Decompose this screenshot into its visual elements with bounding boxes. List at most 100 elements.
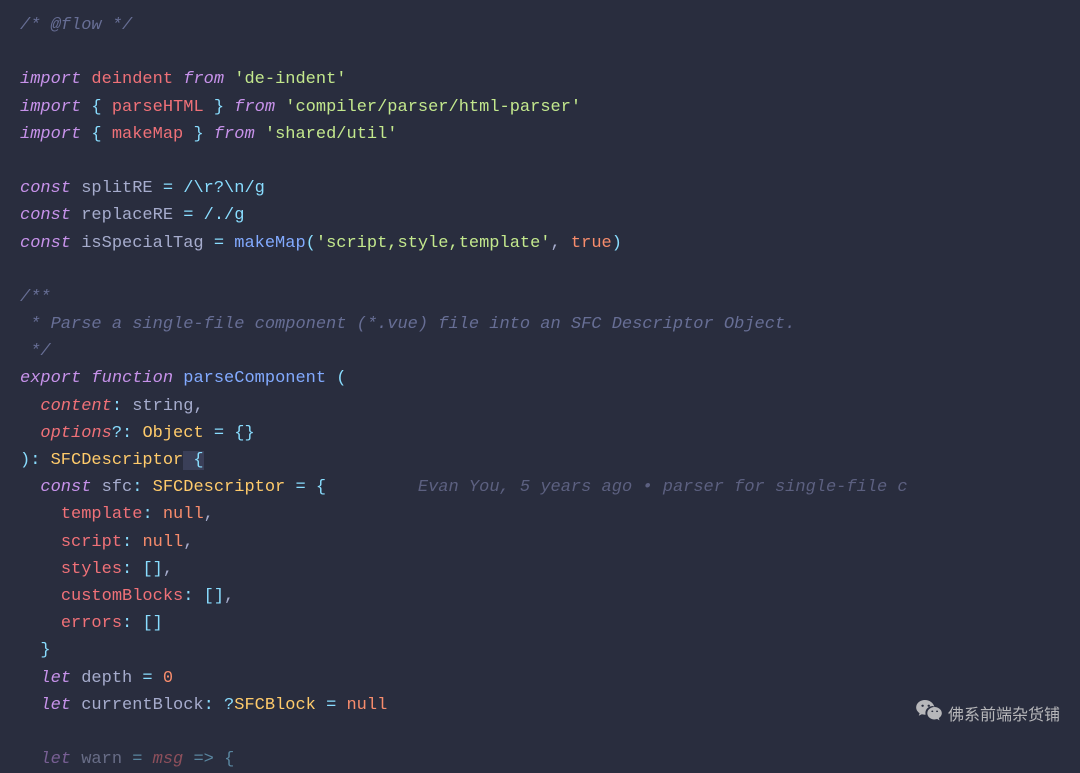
null-literal: null bbox=[346, 696, 387, 715]
code-line: * Parse a single-file component (*.vue) … bbox=[20, 311, 1080, 338]
import-name: makeMap bbox=[112, 125, 183, 144]
brace: { bbox=[224, 750, 234, 769]
colon: : bbox=[142, 505, 162, 524]
string-literal: 'de-indent' bbox=[234, 70, 346, 89]
number-literal: 0 bbox=[163, 669, 173, 688]
operator: = bbox=[122, 750, 153, 769]
code-line: import deindent from 'de-indent' bbox=[20, 66, 1080, 93]
operator: = bbox=[163, 179, 173, 198]
regex-literal: /./g bbox=[204, 206, 245, 225]
watermark: 佛系前端杂货铺 bbox=[916, 700, 1060, 731]
keyword-from: from bbox=[234, 98, 275, 117]
code-line: const splitRE = /\r?\n/g bbox=[20, 175, 1080, 202]
operator: = bbox=[132, 669, 163, 688]
keyword-const: const bbox=[20, 234, 71, 253]
colon: : bbox=[112, 397, 132, 416]
brace: { bbox=[316, 478, 326, 497]
code-line: const isSpecialTag = makeMap('script,sty… bbox=[20, 230, 1080, 257]
comma: , bbox=[204, 505, 214, 524]
property: template bbox=[61, 505, 143, 524]
code-line: let depth = 0 bbox=[20, 665, 1080, 692]
variable: warn bbox=[81, 750, 122, 769]
parameter: msg bbox=[153, 750, 184, 769]
paren: ( bbox=[326, 369, 346, 388]
git-blame-annotation: Evan You, 5 years ago • parser for singl… bbox=[418, 478, 908, 497]
brace: } bbox=[40, 641, 50, 660]
type-annotation: SFCBlock bbox=[234, 696, 316, 715]
comment: /* @flow */ bbox=[20, 16, 132, 35]
keyword-let: let bbox=[40, 669, 71, 688]
paren: ) bbox=[612, 234, 622, 253]
parameter: options bbox=[40, 424, 111, 443]
keyword-from: from bbox=[214, 125, 255, 144]
keyword-let: let bbox=[40, 750, 71, 769]
code-line: let warn = msg => { bbox=[20, 746, 1080, 773]
code-line: import { makeMap } from 'shared/util' bbox=[20, 121, 1080, 148]
comma: , bbox=[193, 397, 203, 416]
code-line: export function parseComponent ( bbox=[20, 365, 1080, 392]
keyword-import: import bbox=[20, 125, 81, 144]
keyword-import: import bbox=[20, 70, 81, 89]
code-line: /** bbox=[20, 284, 1080, 311]
keyword-export: export bbox=[20, 369, 81, 388]
variable: isSpecialTag bbox=[81, 234, 203, 253]
colon: : bbox=[122, 560, 142, 579]
operator: = bbox=[214, 234, 224, 253]
code-line: template: null, bbox=[20, 501, 1080, 528]
null-literal: null bbox=[142, 533, 183, 552]
code-line: script: null, bbox=[20, 529, 1080, 556]
comment: */ bbox=[20, 342, 51, 361]
function-call: makeMap bbox=[234, 234, 305, 253]
variable: replaceRE bbox=[81, 206, 173, 225]
string-literal: 'shared/util' bbox=[265, 125, 398, 144]
import-name: parseHTML bbox=[112, 98, 204, 117]
colon: : bbox=[122, 424, 142, 443]
variable: splitRE bbox=[81, 179, 152, 198]
keyword-const: const bbox=[20, 179, 71, 198]
keyword-from: from bbox=[183, 70, 224, 89]
code-line bbox=[20, 257, 1080, 284]
operator: = bbox=[285, 478, 316, 497]
code-line: errors: [] bbox=[20, 610, 1080, 637]
property: script bbox=[61, 533, 122, 552]
type-annotation: SFCDescriptor bbox=[153, 478, 286, 497]
brace: { bbox=[183, 451, 203, 470]
comment: * Parse a single-file component (*.vue) … bbox=[20, 315, 795, 334]
code-line: styles: [], bbox=[20, 556, 1080, 583]
code-line bbox=[20, 148, 1080, 175]
colon: : bbox=[122, 614, 142, 633]
keyword-const: const bbox=[40, 478, 91, 497]
brace: } bbox=[204, 98, 224, 117]
comma: , bbox=[163, 560, 173, 579]
arrow: => bbox=[183, 750, 224, 769]
variable: sfc bbox=[102, 478, 133, 497]
code-line: import { parseHTML } from 'compiler/pars… bbox=[20, 94, 1080, 121]
import-name: deindent bbox=[91, 70, 173, 89]
colon: : bbox=[204, 696, 224, 715]
paren: ) bbox=[20, 451, 30, 470]
operator: = bbox=[183, 206, 193, 225]
comma: , bbox=[183, 533, 193, 552]
code-line: customBlocks: [], bbox=[20, 583, 1080, 610]
colon: : bbox=[122, 533, 142, 552]
comma: , bbox=[224, 587, 234, 606]
colon: : bbox=[30, 451, 50, 470]
type-annotation: string bbox=[132, 397, 193, 416]
array-literal: [] bbox=[142, 614, 162, 633]
string-literal: 'script,style,template' bbox=[316, 234, 551, 253]
braces: {} bbox=[234, 424, 254, 443]
property: customBlocks bbox=[61, 587, 183, 606]
type-annotation: SFCDescriptor bbox=[51, 451, 184, 470]
paren: ( bbox=[306, 234, 316, 253]
wechat-icon bbox=[916, 700, 942, 731]
property: errors bbox=[61, 614, 122, 633]
code-line: */ bbox=[20, 338, 1080, 365]
type-annotation: Object bbox=[142, 424, 203, 443]
property: styles bbox=[61, 560, 122, 579]
code-editor[interactable]: /* @flow */ import deindent from 'de-ind… bbox=[20, 12, 1080, 773]
variable: currentBlock bbox=[81, 696, 203, 715]
code-line: const replaceRE = /./g bbox=[20, 202, 1080, 229]
keyword-import: import bbox=[20, 98, 81, 117]
brace: { bbox=[91, 98, 111, 117]
colon: : bbox=[132, 478, 152, 497]
